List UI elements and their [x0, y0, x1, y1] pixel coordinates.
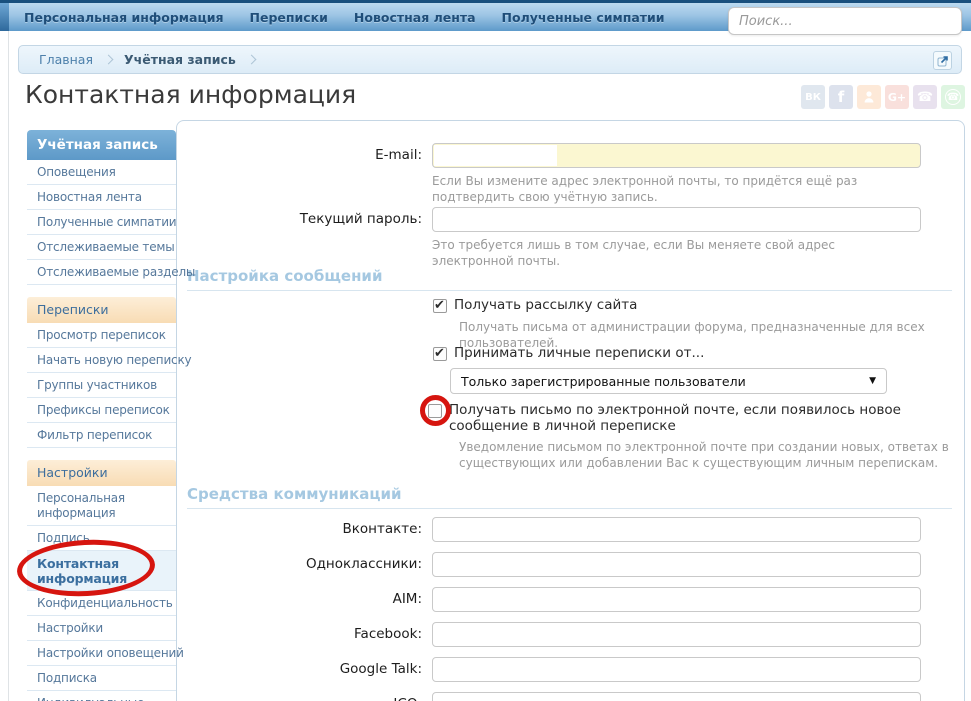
whatsapp-icon[interactable]: ☎ [941, 85, 965, 109]
sidebar-item-alerts[interactable]: Оповещения [27, 160, 176, 185]
google-talk-field[interactable] [432, 657, 921, 682]
nav-news-feed[interactable]: Новостная лента [354, 10, 476, 25]
page-title: Контактная информация [25, 80, 357, 109]
section-message-settings: Настройка сообщений [187, 267, 952, 291]
nav-personal-info[interactable]: Персональная информация [24, 10, 224, 25]
email-on-message-checkbox[interactable] [428, 404, 442, 418]
password-label: Текущий пароль: [299, 211, 422, 227]
newsletter-checkbox-row: Получать рассылку сайта [433, 297, 938, 313]
odnoklassniki-row: Одноклассники: [184, 552, 921, 577]
password-row: Текущий пароль: [184, 207, 921, 232]
search-input[interactable] [729, 8, 961, 34]
newsletter-checkbox[interactable] [433, 298, 447, 313]
aim-label: AIM: [392, 591, 422, 607]
recipients-select-value: Только зарегистрированные пользователи [461, 373, 746, 389]
sidebar-item-subscription[interactable]: Подписка [27, 666, 176, 691]
facebook-field[interactable] [432, 622, 921, 647]
breadcrumb-home[interactable]: Главная [39, 52, 93, 67]
search-box [728, 7, 962, 35]
sidebar-item-watched-threads[interactable]: Отслеживаемые темы [27, 235, 176, 260]
breadcrumb: Главная Учётная запись [18, 45, 962, 74]
sidebar-item-signature[interactable]: Подпись [27, 526, 176, 551]
external-link-icon [937, 55, 948, 66]
vkontakte-row: Вконтакте: [184, 517, 921, 542]
viber-icon[interactable]: ☎ [913, 85, 937, 109]
password-hint: Это требуется лишь в том случае, если Вы… [432, 238, 835, 268]
accept-conversations-row: Принимать личные переписки от... [433, 345, 938, 361]
chevron-right-icon [103, 54, 114, 65]
vkontakte-label: Вконтакте: [342, 521, 422, 537]
google-talk-row: Google Talk: [184, 657, 921, 682]
breadcrumb-account[interactable]: Учётная запись [124, 52, 236, 67]
accept-conversations-label: Принимать личные переписки от... [454, 345, 705, 361]
sidebar-item-conversation-filter[interactable]: Фильтр переписок [27, 423, 176, 448]
vk-icon[interactable]: ВК [801, 85, 825, 109]
facebook-label: Facebook: [354, 626, 422, 642]
accept-conversations-checkbox[interactable] [433, 346, 447, 361]
email-on-message-label: Получать письмо по электронной почте, ес… [449, 402, 901, 434]
section-communications: Средства коммуникаций [187, 485, 952, 509]
sidebar-item-watched-forums[interactable]: Отслеживаемые разделы [27, 260, 195, 285]
facebook-icon[interactable]: f [829, 85, 853, 109]
sidebar-header-settings: Настройки [27, 460, 176, 486]
odnoklassniki-icon[interactable] [857, 85, 881, 109]
icq-row: ICQ: [184, 692, 921, 701]
sidebar-item-member-groups[interactable]: Группы участников [27, 373, 176, 398]
sidebar-item-news-feed[interactable]: Новостная лента [27, 185, 176, 210]
aim-row: AIM: [184, 587, 921, 612]
settings-form-panel: E-mail: Если Вы измените адрес электронн… [176, 120, 965, 701]
aim-field[interactable] [432, 587, 921, 612]
chevron-right-icon [246, 54, 257, 65]
sidebar-item-contact-info[interactable]: Контактная информация [27, 551, 176, 591]
sidebar-item-privacy[interactable]: Конфиденциальность [27, 591, 176, 616]
nav-likes-received[interactable]: Полученные симпатии [502, 10, 665, 25]
recipients-select[interactable]: Только зарегистрированные пользователи ▼ [450, 368, 887, 394]
sidebar-item-personal-info[interactable]: Персональная информация [27, 486, 176, 526]
current-password-field[interactable] [432, 207, 921, 232]
sidebar: Учётная запись Оповещения Новостная лент… [27, 130, 195, 701]
email-field[interactable] [432, 143, 921, 168]
select-dropdown-arrow-icon: ▼ [869, 376, 876, 386]
email-hint: Если Вы измените адрес электронной почты… [432, 174, 858, 204]
sidebar-item-preferences[interactable]: Настройки [27, 616, 176, 641]
social-share-row: ВК f G+ ☎ ☎ [801, 85, 965, 109]
google-talk-label: Google Talk: [339, 661, 422, 677]
email-on-message-hint: Уведомление письмом по электронной почте… [459, 440, 949, 470]
sidebar-item-start-conversation[interactable]: Начать новую переписку [27, 348, 192, 373]
sidebar-item-view-conversations[interactable]: Просмотр переписок [27, 323, 176, 348]
email-label: E-mail: [375, 147, 422, 163]
facebook-row: Facebook: [184, 622, 921, 647]
icq-label: ICQ: [184, 692, 432, 701]
sidebar-item-alert-preferences[interactable]: Настройки оповещений [27, 641, 184, 666]
newsletter-label: Получать рассылку сайта [454, 297, 638, 313]
google-plus-icon[interactable]: G+ [885, 85, 909, 109]
sidebar-item-custom[interactable]: Индивидуальные [27, 691, 176, 701]
nav-conversations[interactable]: Переписки [250, 10, 328, 25]
email-on-message-row: Получать письмо по электронной почте, ес… [428, 402, 938, 434]
sidebar-header-conversations: Переписки [27, 297, 176, 323]
vkontakte-field[interactable] [432, 517, 921, 542]
icq-field[interactable] [432, 692, 921, 701]
email-row: E-mail: [184, 143, 921, 168]
sidebar-item-likes-received[interactable]: Полученные симпатии [27, 210, 177, 235]
odnoklassniki-label: Одноклассники: [305, 556, 422, 572]
email-field-wrap [432, 143, 921, 168]
sidebar-header-account: Учётная запись [27, 130, 176, 160]
sidebar-item-conversation-prefixes[interactable]: Префиксы переписок [27, 398, 176, 423]
page-left-border [8, 31, 9, 701]
odnoklassniki-field[interactable] [432, 552, 921, 577]
external-link-button[interactable] [933, 51, 952, 70]
